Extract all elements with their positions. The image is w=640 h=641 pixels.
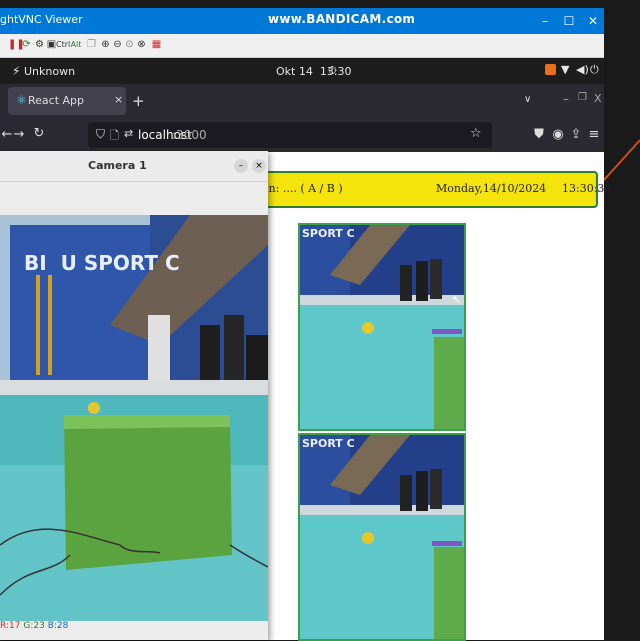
camera-window: Camera 1 – × BI U SPORT C R:17 G:23 B:28 [0, 151, 268, 640]
tab-list-icon[interactable]: ∨ [524, 94, 531, 105]
camera-window-title: Camera 1 [88, 159, 147, 172]
vnc-toolbar: ❚❚ ⟳ ⚙ ▣ Ctrl Alt ❐ ⊕ ⊖ ⊙ ⊗ ▦ [0, 34, 604, 58]
ctrl-key-button[interactable]: Ctrl [56, 38, 70, 51]
new-tab-icon[interactable]: + [132, 92, 145, 110]
mouse-cursor-icon: ↖ [452, 293, 462, 306]
reload-icon[interactable]: ↻ [32, 126, 46, 141]
thumb-wall-text: SPORT C [302, 227, 355, 240]
camera-close-button[interactable]: × [252, 159, 266, 173]
zoom-100-icon[interactable]: ⊙ [124, 38, 135, 51]
account-icon[interactable]: ◉ [551, 127, 565, 142]
network-label: Unknown [24, 65, 76, 78]
url-bar[interactable]: ⛉ 🗋 ⇄ localhost :3000 ☆ [88, 122, 492, 148]
clock-indicator-icon: ⏱ [328, 64, 337, 77]
vnc-window-title: ghtVNC Viewer [0, 13, 83, 26]
page-info-icon[interactable]: 🗋 [110, 127, 119, 146]
minimize-button[interactable]: – [536, 12, 554, 30]
header-date: Monday,14/10/2024 [436, 182, 547, 195]
vnc-titlebar: ghtVNC Viewer www.BANDICAM.com – ☐ ✕ [0, 8, 604, 34]
desktop-accent-line [604, 139, 640, 181]
header-time: 13:30:33 [562, 182, 612, 195]
camera-thumbnail-1[interactable]: SPORT C ↖ [298, 223, 466, 431]
options-icon[interactable]: ⚙ [34, 38, 45, 51]
extensions-icon[interactable]: ⇪ [569, 127, 583, 142]
pool-scene-thumb-2 [300, 435, 464, 639]
thumb-wall-text: SPORT C [302, 437, 355, 450]
network-icon[interactable]: ⚡ [12, 64, 20, 78]
browser-nav-bar: ← → ↻ ⛉ 🗋 ⇄ localhost :3000 ☆ ⛊ ◉ ⇪ ≡ [0, 118, 604, 153]
react-logo-icon: ⚛ [16, 93, 27, 107]
camera-minimize-button[interactable]: – [234, 159, 248, 173]
maximize-button[interactable]: ☐ [560, 12, 578, 30]
browser-restore-icon[interactable]: ❐ [578, 92, 587, 103]
forward-icon[interactable]: → [12, 127, 26, 142]
fullscreen-icon[interactable]: ▦ [151, 38, 162, 51]
permissions-icon[interactable]: ⇄ [124, 127, 133, 140]
status-red-value: R:17 [0, 621, 21, 631]
menu-icon[interactable]: ≡ [587, 127, 601, 142]
zoom-out-icon[interactable]: ⊖ [112, 38, 123, 51]
zoom-fit-icon[interactable]: ⊗ [136, 38, 147, 51]
alt-key-button[interactable]: Alt [70, 38, 82, 51]
bandicam-watermark: www.BANDICAM.com [268, 12, 416, 26]
clock-datetime[interactable]: Okt 14 13:30 [276, 65, 352, 78]
notification-icon[interactable] [545, 64, 556, 75]
url-port: :3000 [172, 128, 207, 142]
camera-feed [0, 215, 268, 621]
shield-icon[interactable]: ⛉ [96, 127, 105, 142]
bookmark-star-icon[interactable]: ☆ [470, 126, 482, 141]
camera-window-header: Camera 1 – × [0, 151, 268, 182]
header-left-label: an: .... ( A / B ) [262, 182, 343, 195]
browser-minimize-icon[interactable]: – [563, 92, 569, 106]
pocket-icon[interactable]: ⛊ [532, 127, 546, 142]
pause-icon[interactable]: ❚❚ [8, 38, 25, 51]
pool-scene-thumb-1 [300, 225, 464, 429]
camera-wall-text: BI U SPORT C [24, 251, 180, 275]
wifi-icon[interactable]: ▼ [561, 63, 569, 76]
tab-react-app[interactable]: ⚛ React App × [8, 87, 126, 115]
header-info-bar: an: .... ( A / B ) Monday,14/10/2024 13:… [258, 171, 611, 208]
close-button[interactable]: ✕ [584, 12, 602, 30]
system-top-panel: ⚡ Unknown Okt 14 13:30 ⏱ ▼ ◀) ⏻ [0, 58, 604, 84]
volume-icon[interactable]: ◀) [576, 63, 589, 76]
clipboard-icon[interactable]: ❐ [86, 38, 97, 51]
camera-thumbnail-2[interactable]: SPORT C [298, 433, 466, 641]
camera-status-bar: R:17 G:23 B:28 [0, 621, 68, 631]
browser-tab-bar: ⚛ React App × + ∨ – ❐ X [0, 84, 604, 118]
status-blue-value: B:28 [47, 621, 69, 631]
status-green-value: G:23 [23, 621, 45, 631]
zoom-in-icon[interactable]: ⊕ [100, 38, 111, 51]
refresh-icon[interactable]: ⟳ [21, 38, 32, 51]
tab-close-icon[interactable]: × [114, 93, 123, 106]
power-icon[interactable]: ⏻ [590, 63, 599, 77]
browser-close-icon[interactable]: X [594, 92, 602, 105]
tab-title: React App [28, 94, 85, 107]
